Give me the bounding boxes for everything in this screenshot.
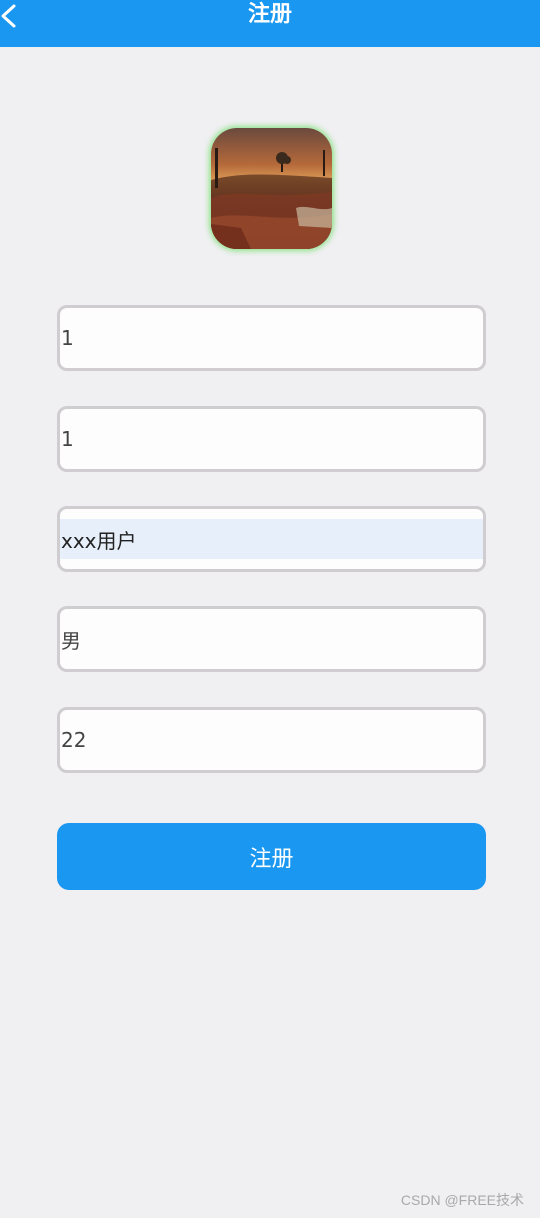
text-input-2[interactable] [60, 409, 483, 469]
username-input[interactable] [60, 509, 483, 569]
text-field-1[interactable] [57, 305, 486, 371]
text-field-2[interactable] [57, 406, 486, 472]
avatar[interactable] [211, 128, 332, 249]
page-title: 注册 [247, 2, 292, 27]
age-field[interactable] [57, 707, 486, 773]
gender-input[interactable] [60, 609, 483, 669]
text-input-1[interactable] [60, 308, 483, 368]
watermark: CSDN @FREE技术 [400, 1192, 524, 1208]
gender-field[interactable] [57, 606, 486, 672]
age-input[interactable] [60, 710, 483, 770]
register-button[interactable]: 注册 [57, 823, 486, 890]
app-header: 注册 [0, 0, 540, 47]
username-field[interactable] [57, 506, 486, 572]
landscape-photo-icon [211, 128, 332, 249]
